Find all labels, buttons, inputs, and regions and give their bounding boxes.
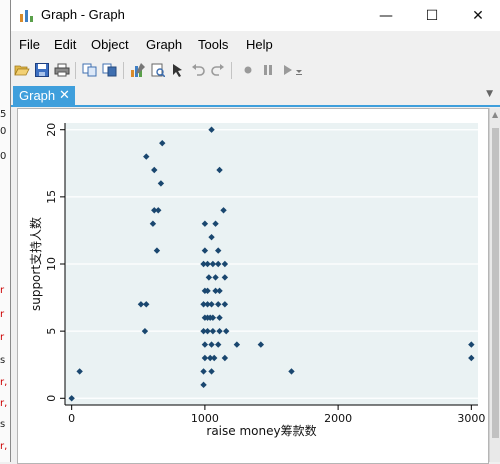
- graph-canvas[interactable]: 0 5 10 15 20 0 1000 2000 3000 raise money筹款数 suppo…: [17, 108, 489, 464]
- menu-edit[interactable]: Edit: [54, 37, 76, 52]
- close-button[interactable]: ✕: [455, 0, 500, 31]
- background-text: r,: [0, 398, 8, 409]
- record-icon[interactable]: [240, 62, 256, 78]
- tab-list-dropdown-icon[interactable]: ▼: [486, 89, 493, 99]
- background-text: r: [0, 309, 5, 320]
- toolbar-separator: [75, 62, 76, 79]
- toolbar-separator: [123, 62, 124, 79]
- background-text: r: [0, 332, 5, 343]
- y-axis-title: support支持人数: [28, 217, 43, 311]
- y-tick-label: 0: [45, 395, 58, 402]
- scrollbar-thumb[interactable]: [492, 128, 499, 438]
- tab-graph-label: Graph: [19, 88, 56, 103]
- menu-help[interactable]: Help: [246, 37, 273, 52]
- close-icon: ✕: [472, 7, 484, 24]
- window-title: Graph - Graph: [41, 7, 125, 22]
- document-tabs: Graph ✕ ▼: [11, 85, 500, 107]
- background-text: s: [0, 419, 6, 430]
- copy-icon[interactable]: [82, 62, 98, 78]
- y-tick-label: 10: [45, 257, 58, 271]
- minimize-button[interactable]: —: [363, 0, 409, 31]
- pointer-icon[interactable]: [170, 62, 186, 78]
- maximize-button[interactable]: ☐: [409, 0, 455, 31]
- vertical-scrollbar[interactable]: ▲: [489, 108, 500, 462]
- scroll-up-icon[interactable]: ▲: [492, 110, 498, 119]
- copy-format-icon[interactable]: [102, 62, 118, 78]
- background-text: 0: [0, 126, 7, 137]
- preview-icon[interactable]: [150, 62, 166, 78]
- graph-window: Graph - Graph — ☐ ✕ File Edit Object Gra…: [10, 0, 500, 464]
- menu-file[interactable]: File: [19, 37, 40, 52]
- menu-tools[interactable]: Tools: [198, 37, 228, 52]
- title-bar[interactable]: Graph - Graph — ☐ ✕: [11, 0, 500, 31]
- save-icon[interactable]: [34, 62, 50, 78]
- graph-app-icon: [20, 10, 33, 22]
- y-tick-label: 5: [45, 328, 58, 335]
- background-text: r,: [0, 377, 8, 388]
- background-text: r,: [0, 441, 8, 452]
- redo-icon[interactable]: [210, 62, 226, 78]
- toolbar: [11, 58, 500, 84]
- tab-close-icon[interactable]: ✕: [59, 87, 70, 103]
- graph-editor-icon[interactable]: [130, 62, 146, 78]
- background-text: r: [0, 285, 5, 296]
- x-tick-label: 3000: [457, 412, 485, 425]
- print-icon[interactable]: [54, 62, 70, 78]
- y-tick-label: 20: [45, 123, 58, 137]
- x-tick-label: 2000: [324, 412, 352, 425]
- maximize-icon: ☐: [425, 7, 439, 24]
- pause-icon[interactable]: [260, 62, 276, 78]
- toolbar-separator: [231, 62, 232, 79]
- tab-graph[interactable]: Graph ✕: [13, 86, 75, 105]
- menu-object[interactable]: Object: [91, 37, 129, 52]
- undo-icon[interactable]: [190, 62, 206, 78]
- menu-bar: File Edit Object Graph Tools Help: [11, 33, 500, 55]
- scatter-chart: 051015200 1000 2000 3000raise money筹款数suppo…: [28, 123, 485, 438]
- background-text: 0: [0, 151, 7, 162]
- dropdown-icon[interactable]: [294, 62, 304, 78]
- open-icon[interactable]: [14, 62, 30, 78]
- minimize-icon: —: [379, 7, 393, 24]
- background-text: s: [0, 355, 6, 366]
- x-axis-title: raise money筹款数: [206, 423, 316, 438]
- y-tick-label: 15: [45, 190, 58, 204]
- background-text: 5: [0, 109, 7, 120]
- x-tick-label: 0: [68, 412, 75, 425]
- menu-graph[interactable]: Graph: [146, 37, 182, 52]
